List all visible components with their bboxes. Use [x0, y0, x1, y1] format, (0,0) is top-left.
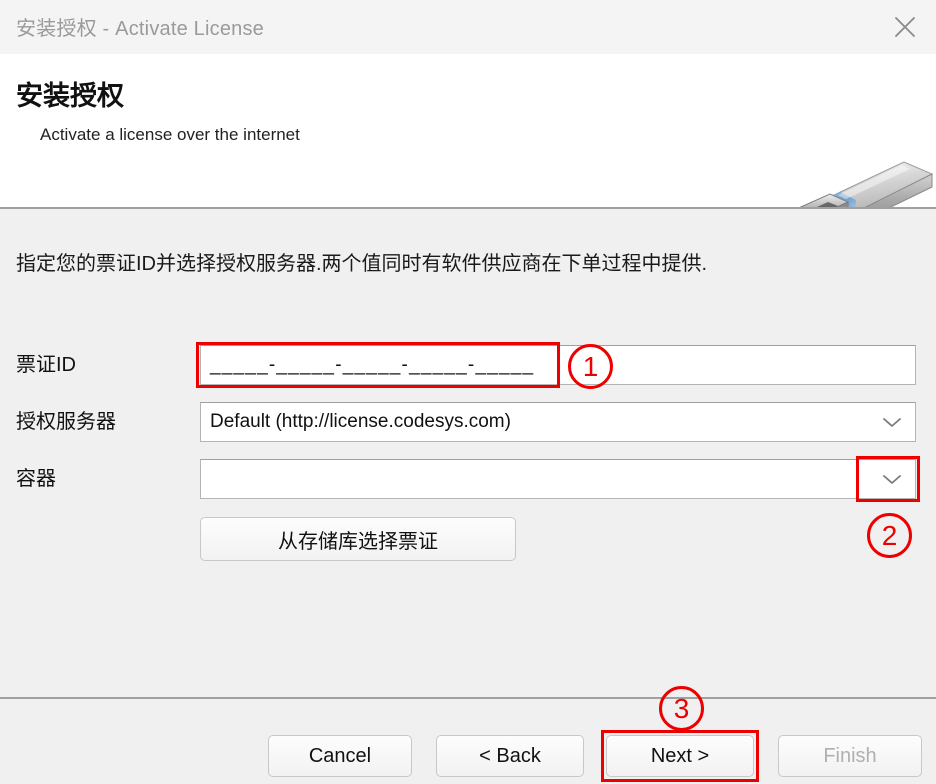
- container-label: 容器: [16, 468, 56, 490]
- next-button[interactable]: Next >: [606, 735, 754, 777]
- instruction-text: 指定您的票证ID并选择授权服务器.两个值同时有软件供应商在下单过程中提供.: [16, 253, 708, 275]
- ticket-id-label: 票证ID: [16, 354, 76, 376]
- window-title: 安装授权 - Activate License: [16, 18, 265, 40]
- page-subtitle: Activate a license over the internet: [40, 125, 300, 144]
- ticket-id-input[interactable]: _____-_____-_____-_____-_____: [200, 345, 916, 385]
- back-button[interactable]: < Back: [436, 735, 584, 777]
- page-title: 安装授权: [16, 81, 124, 111]
- chevron-down-icon: [883, 418, 901, 427]
- window-titlebar: 安装授权 - Activate License: [0, 0, 936, 54]
- chevron-down-icon: [883, 475, 901, 484]
- ticket-id-value: _____-_____-_____-_____-_____: [210, 354, 535, 376]
- select-ticket-from-repository-button[interactable]: 从存储库选择票证: [200, 517, 516, 561]
- license-server-label: 授权服务器: [16, 411, 116, 433]
- license-server-dropdown[interactable]: Default (http://license.codesys.com): [200, 402, 916, 442]
- close-x-icon: [895, 17, 915, 37]
- close-button[interactable]: [874, 0, 936, 54]
- container-dropdown-chevron[interactable]: [870, 461, 914, 497]
- license-server-dropdown-chevron[interactable]: [870, 404, 914, 440]
- dialog-header: 安装授权 Activate a license over the interne…: [0, 54, 936, 230]
- cancel-button[interactable]: Cancel: [268, 735, 412, 777]
- container-dropdown[interactable]: [200, 459, 916, 499]
- finish-button: Finish: [778, 735, 922, 777]
- license-server-value: Default (http://license.codesys.com): [210, 411, 511, 432]
- dialog-body: 指定您的票证ID并选择授权服务器.两个值同时有软件供应商在下单过程中提供.: [0, 209, 936, 697]
